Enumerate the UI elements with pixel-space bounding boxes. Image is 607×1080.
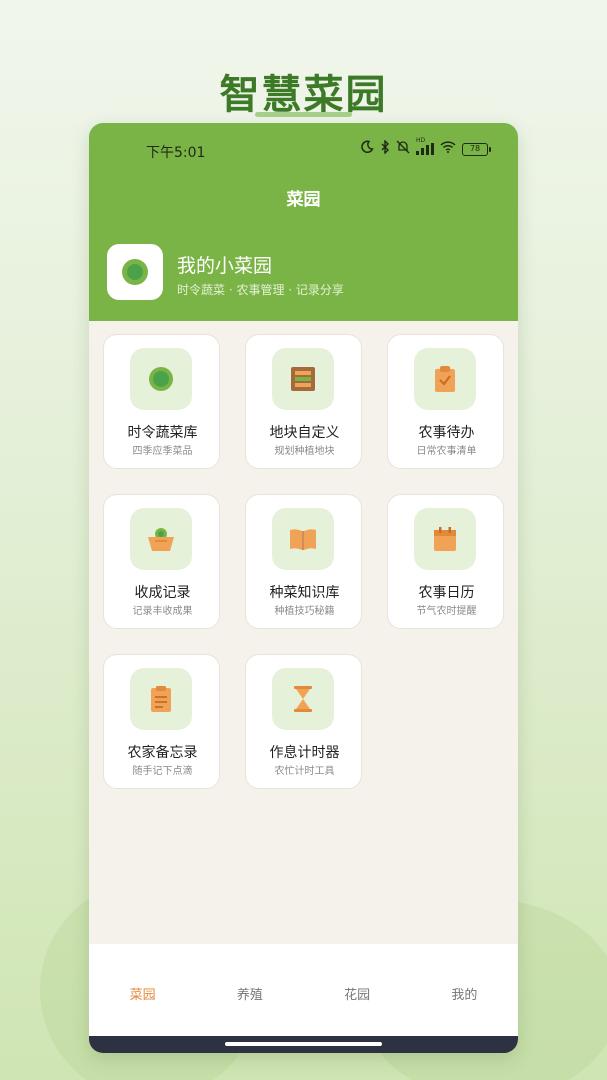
bottom-tab-bar: 菜园 养殖 花园 我的	[89, 944, 518, 1036]
garden-tagline: 时令蔬菜 · 农事管理 · 记录分享	[177, 283, 344, 297]
feature-title: 农事日历	[418, 585, 475, 601]
system-navigation-bar	[89, 1036, 518, 1053]
app-header: 下午5:01 HD 78 菜园 我的小菜园 时令蔬菜 · 农事管理 · 记录分享	[89, 123, 518, 321]
feature-card-knowledge-base[interactable]: 种菜知识库 种植技巧秘籍	[245, 494, 362, 629]
feature-subtitle: 日常农事清单	[416, 446, 477, 457]
garden-name[interactable]: 我的小菜园	[177, 251, 272, 278]
feature-subtitle: 规划种植地块	[274, 446, 335, 457]
feature-title: 地块自定义	[269, 425, 340, 441]
calendar-icon	[414, 508, 476, 570]
status-time: 下午5:01	[146, 145, 206, 161]
feature-title: 农事待办	[418, 425, 475, 441]
plot-grid-icon	[272, 348, 334, 410]
clipboard-check-icon	[414, 348, 476, 410]
feature-card-vegetable-library[interactable]: 时令蔬菜库 四季应季菜品	[103, 334, 220, 469]
feature-title: 农家备忘录	[127, 745, 198, 761]
wifi-icon	[440, 141, 456, 157]
harvest-basket-icon	[130, 508, 192, 570]
garden-logo-icon[interactable]	[107, 244, 163, 300]
tab-mine[interactable]: 我的	[411, 944, 518, 1036]
feature-card-farm-todo[interactable]: 农事待办 日常农事清单	[387, 334, 504, 469]
feature-subtitle: 农忙计时工具	[274, 766, 335, 777]
home-indicator[interactable]	[225, 1042, 382, 1046]
cellular-signal-icon: HD	[416, 137, 434, 155]
vegetable-icon	[130, 348, 192, 410]
feature-card-harvest-record[interactable]: 收成记录 记录丰收成果	[103, 494, 220, 629]
book-icon	[272, 508, 334, 570]
phone-screen: 下午5:01 HD 78 菜园 我的小菜园 时令蔬菜 · 农事管理 · 记录分享…	[89, 123, 518, 1053]
status-icons: HD 78	[360, 137, 491, 158]
mute-bell-icon	[396, 140, 410, 158]
bluetooth-icon	[380, 139, 390, 158]
promo-underline	[255, 112, 352, 117]
feature-title: 收成记录	[134, 585, 191, 601]
feature-card-timer[interactable]: 作息计时器 农忙计时工具	[245, 654, 362, 789]
hourglass-icon	[272, 668, 334, 730]
moon-icon	[360, 140, 374, 158]
nav-title: 菜园	[286, 190, 321, 210]
feature-subtitle: 随手记下点滴	[132, 766, 193, 777]
tab-garden[interactable]: 菜园	[89, 944, 196, 1036]
feature-title: 种菜知识库	[269, 585, 340, 601]
feature-subtitle: 四季应季菜品	[132, 446, 193, 457]
feature-card-memo[interactable]: 农家备忘录 随手记下点滴	[103, 654, 220, 789]
feature-subtitle: 种植技巧秘籍	[274, 606, 335, 617]
tab-flower-garden[interactable]: 花园	[304, 944, 411, 1036]
feature-card-plot-custom[interactable]: 地块自定义 规划种植地块	[245, 334, 362, 469]
feature-card-farm-calendar[interactable]: 农事日历 节气农时提醒	[387, 494, 504, 629]
feature-subtitle: 记录丰收成果	[132, 606, 193, 617]
memo-icon	[130, 668, 192, 730]
tab-breeding[interactable]: 养殖	[196, 944, 303, 1036]
feature-title: 作息计时器	[269, 745, 340, 761]
battery-icon: 78	[462, 142, 491, 156]
network-badge: HD	[416, 137, 426, 144]
feature-title: 时令蔬菜库	[127, 425, 198, 441]
feature-subtitle: 节气农时提醒	[416, 606, 477, 617]
